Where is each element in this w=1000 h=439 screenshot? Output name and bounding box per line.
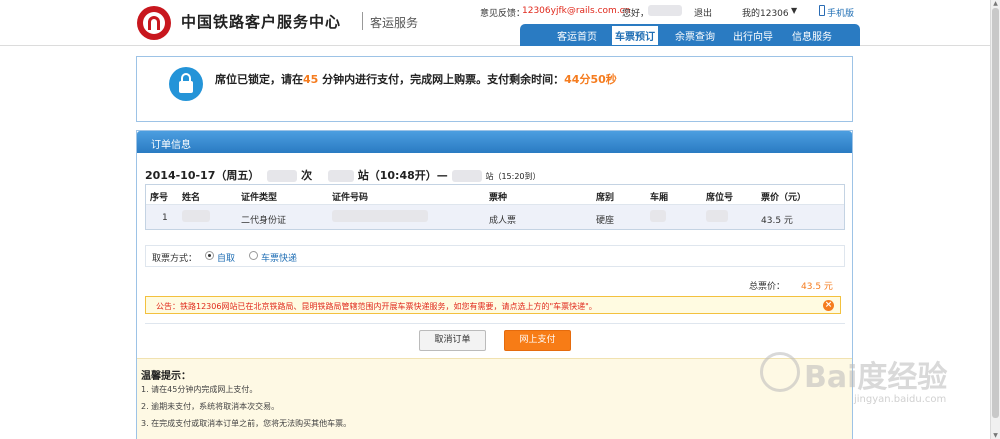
baidu-jingyan-watermark: Bai度经验 jingyan.baidu.com [760,352,990,408]
total-price-value: 43.5 元 [801,282,833,292]
row-seq: 1 [162,213,168,223]
nav-home[interactable]: 客运首页 [557,28,597,43]
row-id-type: 二代身份证 [241,216,287,226]
brand-divider [362,12,363,30]
col-seat-number: 席位号 [706,193,734,203]
pickup-self-radio[interactable] [205,251,214,260]
row-price: 43.5 元 [761,216,793,226]
row-seat-number-blurred [706,210,728,225]
tip-item: 2. 逾期未支付，系统将取消本次交易。 [141,402,280,411]
top-links: 意见反馈： 12306yjfk@rails.com.cn 您好， 退出 我的12… [480,5,860,19]
close-icon[interactable]: × [823,300,834,311]
total-price-label: 总票价： [749,282,786,292]
from-station-blurred [327,170,354,182]
col-seq: 序号 [150,193,169,203]
pickup-method: 取票方式： 自取 车票快递 [145,245,845,267]
railway-logo-icon[interactable] [137,6,171,40]
order-panel-title: 订单信息 [151,140,191,151]
cancel-order-button[interactable]: 取消订单 [419,330,486,351]
lock-icon [169,67,203,101]
train-suffix: 次 [301,169,313,182]
order-panel-header: 订单信息 [137,131,852,153]
to-suffix: 站（15:20到） [485,172,541,181]
table-header: 序号 姓名 证件类型 证件号码 票种 席别 车厢 席位号 票价（元） [146,185,844,205]
col-car: 车厢 [650,193,669,203]
tips-panel: 温馨提示： 1. 请在45分钟内完成网上支付。 2. 逾期未支付，系统将取消本次… [137,358,852,439]
train-number-blurred [267,170,298,182]
trip-date: 2014-10-17（周五） [145,169,260,182]
order-panel: 订单信息 2014-10-17（周五） 次 站（10:48开）— 站（15:20… [136,130,853,439]
greeting-text: 您好， [622,9,650,19]
from-suffix: 站（10:48开）— [357,169,448,182]
col-ticket-type: 票种 [489,193,508,203]
tips-title: 温馨提示： [141,371,191,382]
row-car-blurred [650,210,666,225]
payment-minutes: 45 [303,73,319,86]
my12306-menu[interactable]: 我的12306 [742,6,789,19]
pay-online-button[interactable]: 网上支付 [504,330,571,351]
scroll-up-icon[interactable]: ▲ [992,0,999,7]
scroll-thumb[interactable] [992,8,999,418]
main-nav: 客运首页 车票预订 余票查询 出行向导 信息服务 [520,24,860,46]
col-price: 票价（元） [761,193,807,203]
scroll-down-icon[interactable]: ▼ [992,432,999,439]
to-station-blurred [451,170,482,182]
brand-subtitle: 客运服务 [370,16,419,30]
feedback-label: 意见反馈： [480,9,526,19]
feedback-email-link[interactable]: 12306yjfk@rails.com.cn [522,6,630,16]
col-id-type: 证件类型 [241,193,278,203]
vertical-scrollbar[interactable]: ▲ ▼ [990,0,1000,439]
table-row: 1 二代身份证 成人票 硬座 43.5 元 [146,205,844,229]
pickup-express-radio[interactable] [249,251,258,260]
announcement-text: 公告：铁路12306网站已在北京铁路局、昆明铁路局管辖范围内开展车票快递服务，如… [156,302,597,311]
mobile-phone-icon[interactable] [819,5,825,16]
baidu-paw-icon [760,352,800,392]
nav-ticket-query[interactable]: 余票查询 [675,28,715,43]
row-name-blurred [182,210,210,225]
pickup-self-label[interactable]: 自取 [217,251,235,264]
header: 中国铁路客户服务中心 客运服务 意见反馈： 12306yjfk@rails.co… [0,0,990,46]
logout-link[interactable]: 退出 [694,6,712,19]
nav-travel-guide[interactable]: 出行向导 [733,28,773,43]
row-ticket-type: 成人票 [489,216,517,226]
lock-message: 席位已锁定，请在45 分钟内进行支付，完成网上购票。支付剩余时间：44分50秒 [215,73,617,86]
passenger-table: 序号 姓名 证件类型 证件号码 票种 席别 车厢 席位号 票价（元） 1 二代身… [145,184,845,230]
announcement-bar: 公告：铁路12306网站已在北京铁路局、昆明铁路局管辖范围内开展车票快递服务，如… [145,296,841,314]
row-id-number-blurred [332,210,428,225]
watermark-url: jingyan.baidu.com [854,394,947,405]
tip-item: 1. 请在45分钟内完成网上支付。 [141,385,258,394]
col-seat-class: 席别 [596,193,615,203]
chevron-down-icon[interactable]: ▼ [791,6,797,15]
col-id-number: 证件号码 [332,193,369,203]
mobile-link[interactable]: 手机版 [827,6,854,19]
remaining-time: 44分50秒 [564,73,617,86]
divider [145,323,845,324]
trip-summary: 2014-10-17（周五） 次 站（10:48开）— 站（15:20到） [145,167,541,183]
brand-title: 中国铁路客户服务中心 [181,13,342,31]
nav-ticket-booking[interactable]: 车票预订 [612,26,658,45]
col-name: 姓名 [182,193,201,203]
seat-locked-notice: 席位已锁定，请在45 分钟内进行支付，完成网上购票。支付剩余时间：44分50秒 [136,56,853,122]
nav-info-service[interactable]: 信息服务 [792,28,832,43]
row-seat-class: 硬座 [596,216,615,226]
page: 中国铁路客户服务中心 客运服务 意见反馈： 12306yjfk@rails.co… [0,0,1000,439]
pickup-express-label[interactable]: 车票快递 [261,251,297,264]
pickup-label: 取票方式： [152,254,198,264]
tip-item: 3. 在完成支付或取消本订单之前，您将无法购买其他车票。 [141,419,352,428]
watermark-text: Bai度经验 [804,360,948,395]
